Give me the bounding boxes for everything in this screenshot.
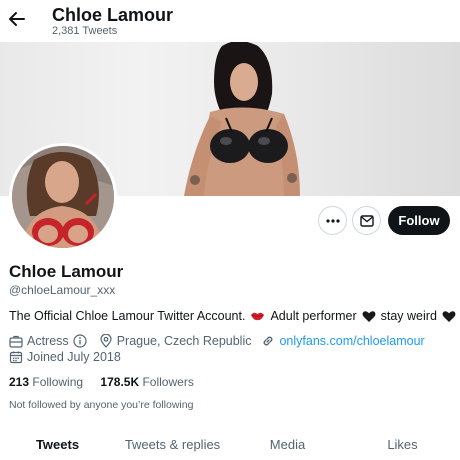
following-count: 213 [9, 375, 30, 389]
followers-label: Followers [142, 375, 194, 389]
following-label: Following [32, 375, 84, 389]
profile-category: Actress [27, 334, 69, 348]
follow-button[interactable]: Follow [388, 206, 450, 235]
header-tweet-count: 2,381 Tweets [52, 25, 118, 37]
link-icon [264, 336, 273, 346]
black-heart-icon [362, 310, 376, 322]
more-dots-icon [325, 218, 340, 223]
tab-likes[interactable]: Likes [345, 428, 460, 460]
profile-meta-row: Actress Prague, Czech Republic onlyfans.… [9, 334, 425, 348]
briefcase-icon [9, 335, 23, 348]
follow-stats: 213 Following 178.5K Followers [9, 375, 208, 389]
bio-text-1: The Official Chloe Lamour Twitter Accoun… [9, 309, 246, 323]
tab-tweets[interactable]: Tweets [0, 428, 115, 460]
back-arrow-icon[interactable] [8, 8, 26, 30]
profile-display-name: Chloe Lamour [9, 262, 124, 281]
calendar-icon [9, 351, 23, 364]
profile-location: Prague, Czech Republic [116, 334, 252, 348]
black-heart-icon [442, 310, 456, 322]
envelope-icon [359, 214, 374, 227]
location-pin-icon [100, 334, 112, 348]
profile-handle: @chloeLamour_xxx [9, 283, 116, 297]
profile-avatar[interactable] [9, 143, 117, 251]
kiss-lips-icon [251, 312, 265, 321]
info-icon[interactable] [73, 334, 87, 348]
not-followed-notice: Not followed by anyone you’re following [9, 399, 194, 411]
header-profile-name: Chloe Lamour [52, 5, 174, 25]
top-bar: Chloe Lamour 2,381 Tweets [0, 0, 460, 42]
profile-tabs: Tweets Tweets & replies Media Likes [0, 428, 460, 460]
more-options-button[interactable] [318, 206, 347, 235]
following-link[interactable]: 213 Following [9, 375, 86, 389]
message-button[interactable] [352, 206, 381, 235]
followers-count: 178.5K [100, 375, 140, 389]
profile-bio: The Official Chloe Lamour Twitter Accoun… [9, 309, 460, 323]
tab-media[interactable]: Media [230, 428, 345, 460]
profile-website-link[interactable]: onlyfans.com/chloelamour [279, 334, 424, 348]
profile-joined-row: Joined July 2018 [9, 350, 121, 364]
bio-text-2: Adult performer [270, 309, 357, 323]
tab-tweets-and-replies[interactable]: Tweets & replies [115, 428, 230, 460]
bio-text-3: stay weird [380, 309, 437, 323]
profile-joined-date: Joined July 2018 [27, 350, 121, 364]
followers-link[interactable]: 178.5K Followers [100, 375, 193, 389]
